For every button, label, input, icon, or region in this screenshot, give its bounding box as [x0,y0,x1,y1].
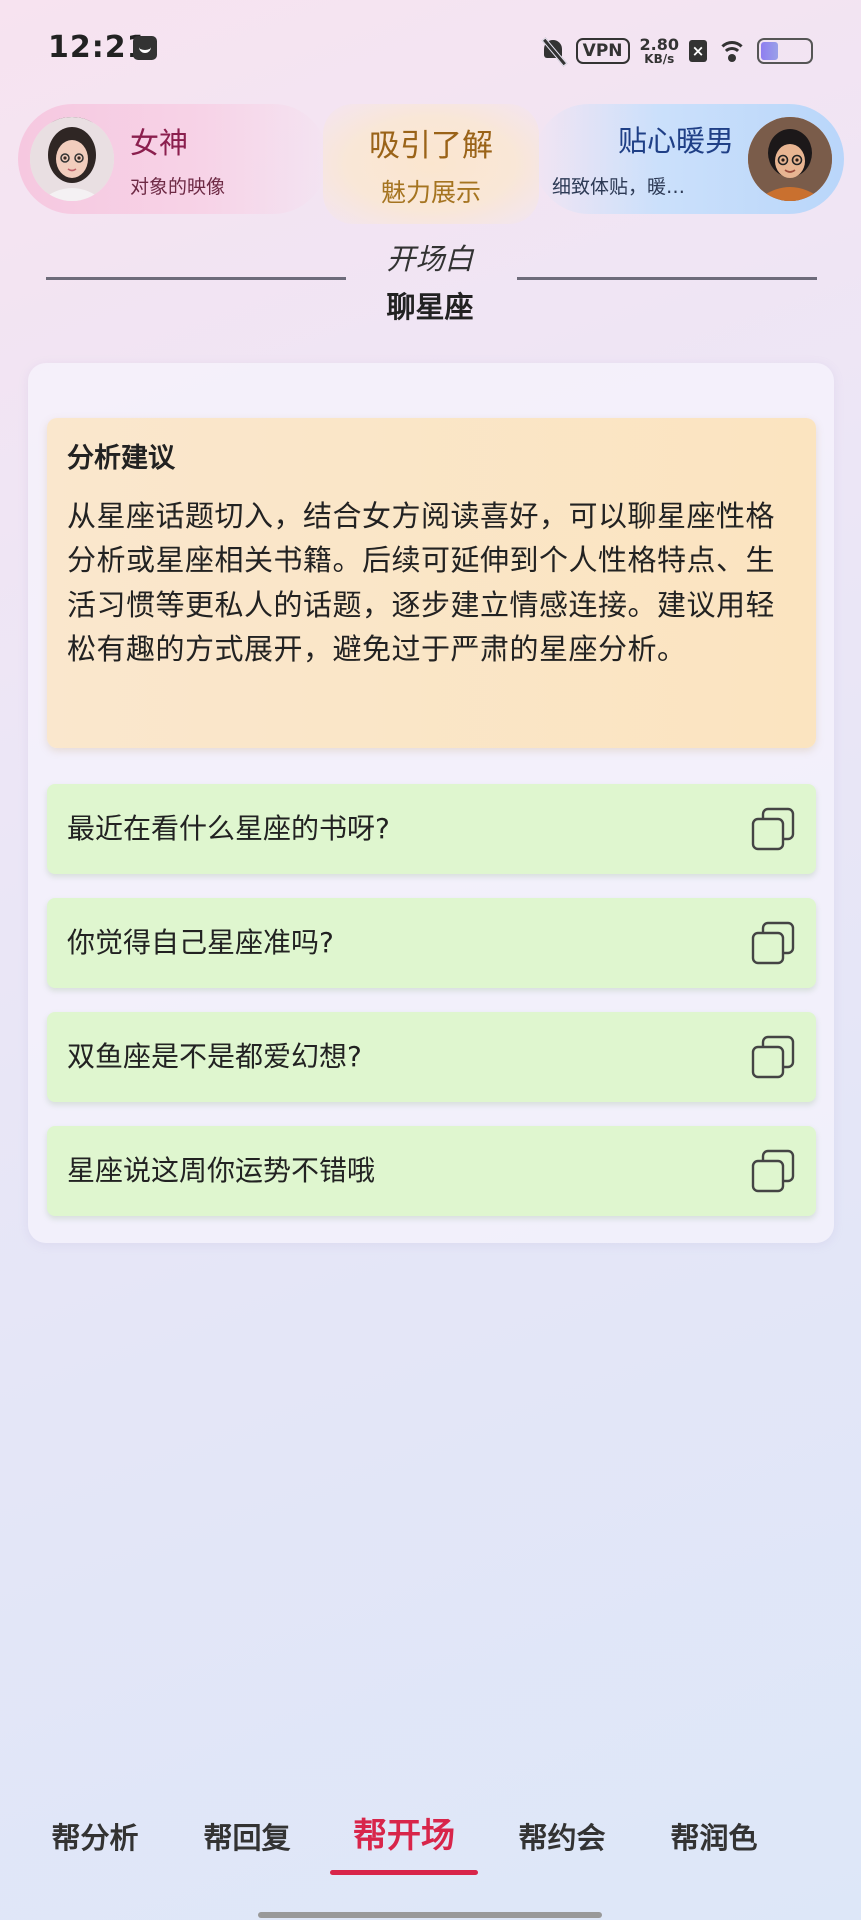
battery-icon [757,38,813,64]
opener-option[interactable]: 最近在看什么星座的书呀? [47,784,816,874]
opener-text: 星座说这周你运势不错哦 [67,1154,376,1187]
copy-icon[interactable] [750,1034,796,1080]
section-label: 开场白 [386,242,474,276]
status-bar: 12:21 VPN 2.80 KB/s × [0,0,861,100]
speed-unit: KB/s [644,52,675,66]
status-icons: VPN 2.80 KB/s × [540,34,813,68]
style-title: 吸引了解 [369,128,493,164]
copy-icon[interactable] [750,1148,796,1194]
speed-value: 2.80 [639,35,679,54]
vpn-badge: VPN [575,38,630,64]
home-indicator[interactable] [258,1912,602,1918]
copy-icon[interactable] [750,806,796,852]
tab-polish[interactable]: 帮润色 [649,1815,779,1857]
section-topic: 聊星座 [386,290,474,324]
opener-text: 双鱼座是不是都爱幻想? [67,1040,362,1073]
goddess-subtitle: 对象的映像 [130,176,226,198]
notification-app-icon [133,36,157,60]
tab-date[interactable]: 帮约会 [497,1815,627,1857]
tab-analyze[interactable]: 帮分析 [30,1815,160,1857]
bottom-tab-bar: 帮分析 帮回复 帮开场 帮约会 帮润色 [0,1770,861,1890]
style-badge[interactable]: 吸引了解 魅力展示 [323,104,539,224]
persona-goddess[interactable]: 女神 对象的映像 [18,104,328,214]
network-speed: 2.80 KB/s [639,35,679,66]
opener-text: 最近在看什么星座的书呀? [67,812,390,845]
copy-icon[interactable] [750,920,796,966]
analysis-title: 分析建议 [67,443,175,474]
warm-guy-subtitle: 细致体贴，暖… [552,176,686,198]
opener-option[interactable]: 你觉得自己星座准吗? [47,898,816,988]
divider-right [517,277,817,280]
persona-header: 女神 对象的映像 吸引了解 魅力展示 贴心暖男 细致体贴，暖… [18,104,844,224]
warm-guy-name: 贴心暖男 [617,124,734,158]
goddess-avatar [30,117,114,201]
divider-left [46,277,346,280]
tab-opener[interactable]: 帮开场 [339,1808,469,1857]
opener-text: 你觉得自己星座准吗? [67,926,334,959]
tab-reply[interactable]: 帮回复 [182,1815,312,1857]
analysis-body: 从星座话题切入，结合女方阅读喜好，可以聊星座性格分析或星座相关书籍。后续可延伸到… [67,498,776,667]
no-sim-icon: × [689,40,707,62]
goddess-name: 女神 [130,126,189,160]
persona-warm-guy[interactable]: 贴心暖男 细致体贴，暖… [534,104,844,214]
active-tab-indicator [330,1870,478,1875]
style-subtitle: 魅力展示 [380,178,481,207]
analysis-card: 分析建议 从星座话题切入，结合女方阅读喜好，可以聊星座性格分析或星座相关书籍。后… [47,418,816,748]
opener-option[interactable]: 星座说这周你运势不错哦 [47,1126,816,1216]
bell-off-icon [540,37,566,65]
warm-guy-avatar [748,117,832,201]
opener-option[interactable]: 双鱼座是不是都爱幻想? [47,1012,816,1102]
wifi-icon [717,39,747,63]
